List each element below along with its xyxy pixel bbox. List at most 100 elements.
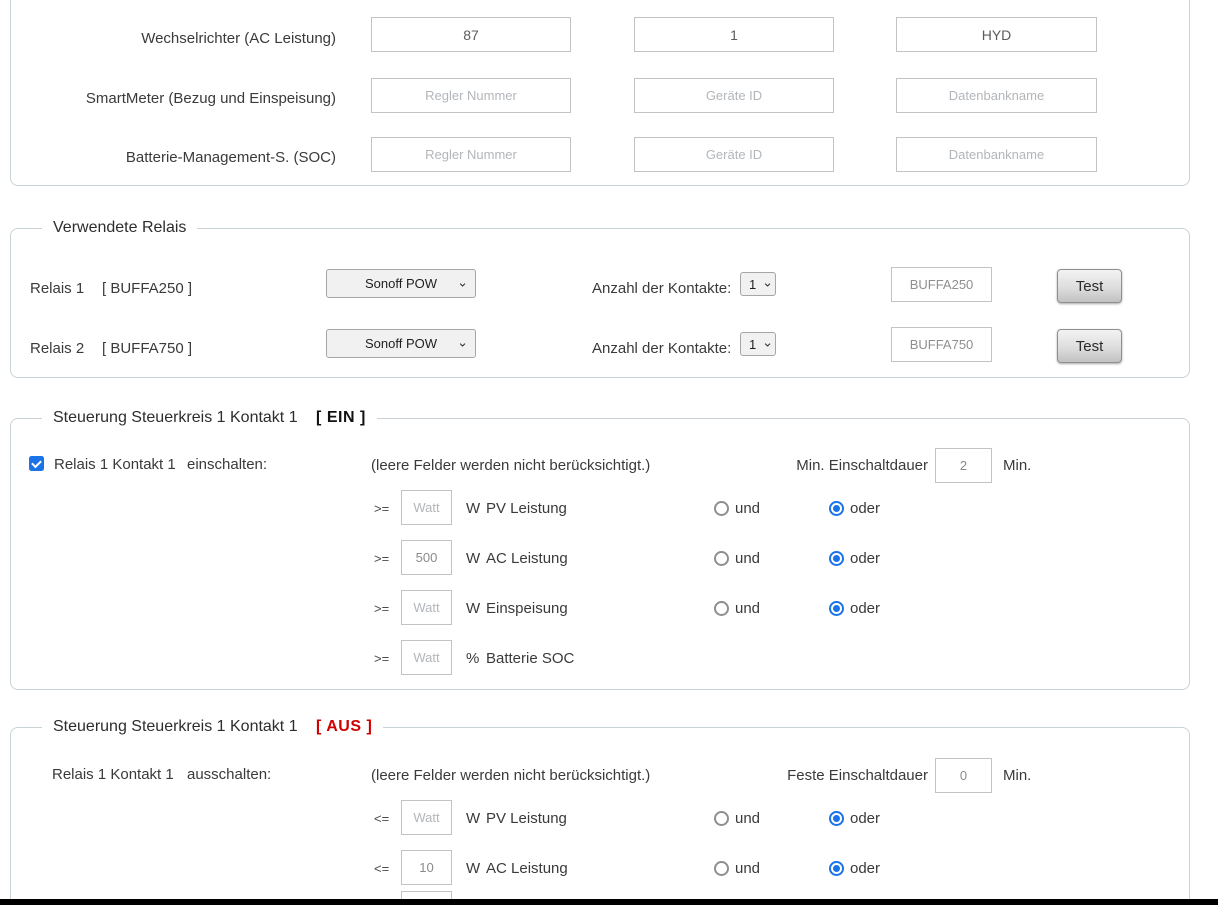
radio-und-label: und bbox=[735, 860, 760, 877]
empty-fields-hint: (leere Felder werden nicht berücksichtig… bbox=[371, 767, 650, 784]
threshold-input[interactable] bbox=[401, 490, 452, 525]
contacts-count-select[interactable]: 1 ⌄ bbox=[740, 272, 776, 296]
condition-name-label: PV Leistung bbox=[486, 810, 567, 827]
radio-und[interactable] bbox=[714, 861, 729, 876]
aus-legend-text: Steuerung Steuerkreis 1 Kontakt 1 bbox=[53, 718, 298, 735]
relais-type-value: Sonoff POW bbox=[365, 336, 437, 351]
ein-legend-text: Steuerung Steuerkreis 1 Kontakt 1 bbox=[53, 409, 298, 426]
datenbankname-input[interactable] bbox=[896, 17, 1097, 52]
relais-section-legend: Verwendete Relais bbox=[42, 219, 197, 237]
redaction-bar bbox=[0, 899, 1218, 905]
unit-label: W bbox=[466, 550, 480, 567]
duration-input[interactable] bbox=[935, 758, 992, 793]
empty-fields-hint: (leere Felder werden nicht berücksichtig… bbox=[371, 457, 650, 474]
radio-oder-label: oder bbox=[850, 810, 880, 827]
unit-label: W bbox=[466, 860, 480, 877]
radio-und-label: und bbox=[735, 550, 760, 567]
relais-device-name-input[interactable] bbox=[891, 267, 992, 302]
threshold-input[interactable] bbox=[401, 540, 452, 575]
action-label: einschalten: bbox=[187, 456, 267, 473]
relais-device-name-input[interactable] bbox=[891, 327, 992, 362]
relay-contact-label: Relais 1 Kontakt 1 bbox=[52, 766, 174, 783]
operator-label: >= bbox=[374, 551, 389, 566]
chevron-down-icon: ⌄ bbox=[762, 274, 773, 290]
ein-state-badge: [ EIN ] bbox=[316, 409, 366, 426]
radio-und-label: und bbox=[735, 600, 760, 617]
action-label: ausschalten: bbox=[187, 766, 271, 783]
condition-name-label: AC Leistung bbox=[486, 550, 568, 567]
threshold-input[interactable] bbox=[401, 640, 452, 675]
aus-panel bbox=[10, 727, 1190, 905]
unit-label: % bbox=[466, 650, 479, 667]
radio-und[interactable] bbox=[714, 501, 729, 516]
operator-label: >= bbox=[374, 501, 389, 516]
relais-type-select[interactable]: Sonoff POW ⌄ bbox=[326, 269, 476, 298]
duration-input[interactable] bbox=[935, 448, 992, 483]
relais-tag-label: [ BUFFA750 ] bbox=[102, 340, 192, 357]
radio-und[interactable] bbox=[714, 601, 729, 616]
test-button[interactable]: Test bbox=[1057, 329, 1122, 363]
datenbankname-input[interactable] bbox=[896, 78, 1097, 113]
contacts-count-label: Anzahl der Kontakte: bbox=[592, 340, 731, 357]
condition-name-label: PV Leistung bbox=[486, 500, 567, 517]
condition-name-label: AC Leistung bbox=[486, 860, 568, 877]
chevron-down-icon: ⌄ bbox=[762, 334, 773, 350]
radio-oder-label: oder bbox=[850, 500, 880, 517]
aus-state-badge: [ AUS ] bbox=[316, 718, 372, 735]
radio-und-label: und bbox=[735, 500, 760, 517]
ein-section-legend: Steuerung Steuerkreis 1 Kontakt 1 [ EIN … bbox=[42, 409, 377, 427]
regler-nummer-input[interactable] bbox=[371, 137, 571, 172]
contacts-count-select[interactable]: 1 ⌄ bbox=[740, 332, 776, 356]
duration-unit-label: Min. bbox=[1003, 457, 1031, 474]
operator-label: >= bbox=[374, 601, 389, 616]
radio-oder-label: oder bbox=[850, 550, 880, 567]
radio-und[interactable] bbox=[714, 811, 729, 826]
test-button[interactable]: Test bbox=[1057, 269, 1122, 303]
relais-einschalten-checkbox[interactable] bbox=[29, 456, 44, 471]
operator-label: <= bbox=[374, 811, 389, 826]
geraete-id-input[interactable] bbox=[634, 137, 834, 172]
condition-name-label: Batterie SOC bbox=[486, 650, 574, 667]
contacts-count-value: 1 bbox=[749, 277, 756, 292]
condition-name-label: Einspeisung bbox=[486, 600, 568, 617]
unit-label: W bbox=[466, 500, 480, 517]
radio-oder-label: oder bbox=[850, 860, 880, 877]
regler-nummer-input[interactable] bbox=[371, 17, 571, 52]
duration-unit-label: Min. bbox=[1003, 767, 1031, 784]
radio-und-label: und bbox=[735, 810, 760, 827]
radio-oder[interactable] bbox=[829, 861, 844, 876]
unit-label: W bbox=[466, 600, 480, 617]
radio-oder[interactable] bbox=[829, 501, 844, 516]
geraete-id-input[interactable] bbox=[634, 17, 834, 52]
datenbankname-input[interactable] bbox=[896, 137, 1097, 172]
geraete-id-input[interactable] bbox=[634, 78, 834, 113]
relais-tag-label: [ BUFFA250 ] bbox=[102, 280, 192, 297]
chevron-down-icon: ⌄ bbox=[457, 274, 468, 290]
chevron-down-icon: ⌄ bbox=[457, 334, 468, 350]
relais-name-label: Relais 1 bbox=[30, 280, 84, 297]
threshold-input[interactable] bbox=[401, 590, 452, 625]
regler-nummer-input[interactable] bbox=[371, 78, 571, 113]
relay-contact-label: Relais 1 Kontakt 1 bbox=[54, 456, 176, 473]
radio-oder[interactable] bbox=[829, 551, 844, 566]
relay-settings-page: Wechselrichter (AC Leistung) SmartMeter … bbox=[0, 0, 1218, 905]
radio-oder-label: oder bbox=[850, 600, 880, 617]
threshold-input[interactable] bbox=[401, 850, 452, 885]
contacts-count-label: Anzahl der Kontakte: bbox=[592, 280, 731, 297]
duration-label: Feste Einschaltdauer bbox=[728, 767, 928, 784]
unit-label: W bbox=[466, 810, 480, 827]
aus-section-legend: Steuerung Steuerkreis 1 Kontakt 1 [ AUS … bbox=[42, 718, 383, 736]
threshold-input[interactable] bbox=[401, 800, 452, 835]
operator-label: <= bbox=[374, 861, 389, 876]
radio-und[interactable] bbox=[714, 551, 729, 566]
radio-oder[interactable] bbox=[829, 811, 844, 826]
device-row-label: SmartMeter (Bezug und Einspeisung) bbox=[20, 90, 336, 107]
device-row-label: Batterie-Management-S. (SOC) bbox=[20, 149, 336, 166]
relais-name-label: Relais 2 bbox=[30, 340, 84, 357]
device-row-label: Wechselrichter (AC Leistung) bbox=[20, 30, 336, 47]
operator-label: >= bbox=[374, 651, 389, 666]
relais-type-select[interactable]: Sonoff POW ⌄ bbox=[326, 329, 476, 358]
radio-oder[interactable] bbox=[829, 601, 844, 616]
relais-type-value: Sonoff POW bbox=[365, 276, 437, 291]
contacts-count-value: 1 bbox=[749, 337, 756, 352]
